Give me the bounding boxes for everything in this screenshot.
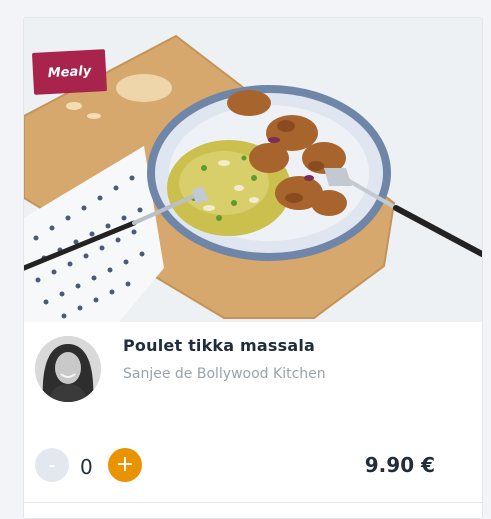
minus-icon: - bbox=[48, 453, 56, 477]
increase-quantity-button[interactable]: + bbox=[108, 448, 142, 482]
decrease-quantity-button[interactable]: - bbox=[35, 448, 69, 482]
meal-card[interactable]: Mealy Poulet tikka massala Sanjee de Bol… bbox=[23, 17, 483, 519]
quantity-value: 0 bbox=[80, 455, 93, 479]
divider bbox=[24, 502, 482, 503]
brand-badge: Mealy bbox=[31, 49, 108, 95]
plus-icon: + bbox=[115, 452, 135, 477]
chef-portrait bbox=[35, 336, 101, 402]
chef-name: Sanjee de Bollywood Kitchen bbox=[123, 366, 326, 382]
chef-avatar bbox=[35, 336, 101, 402]
dish-name[interactable]: Poulet tikka massala bbox=[123, 336, 315, 355]
price: 9.90 € bbox=[364, 453, 435, 477]
meal-info: Poulet tikka massala Sanjee de Bollywood… bbox=[24, 322, 482, 518]
